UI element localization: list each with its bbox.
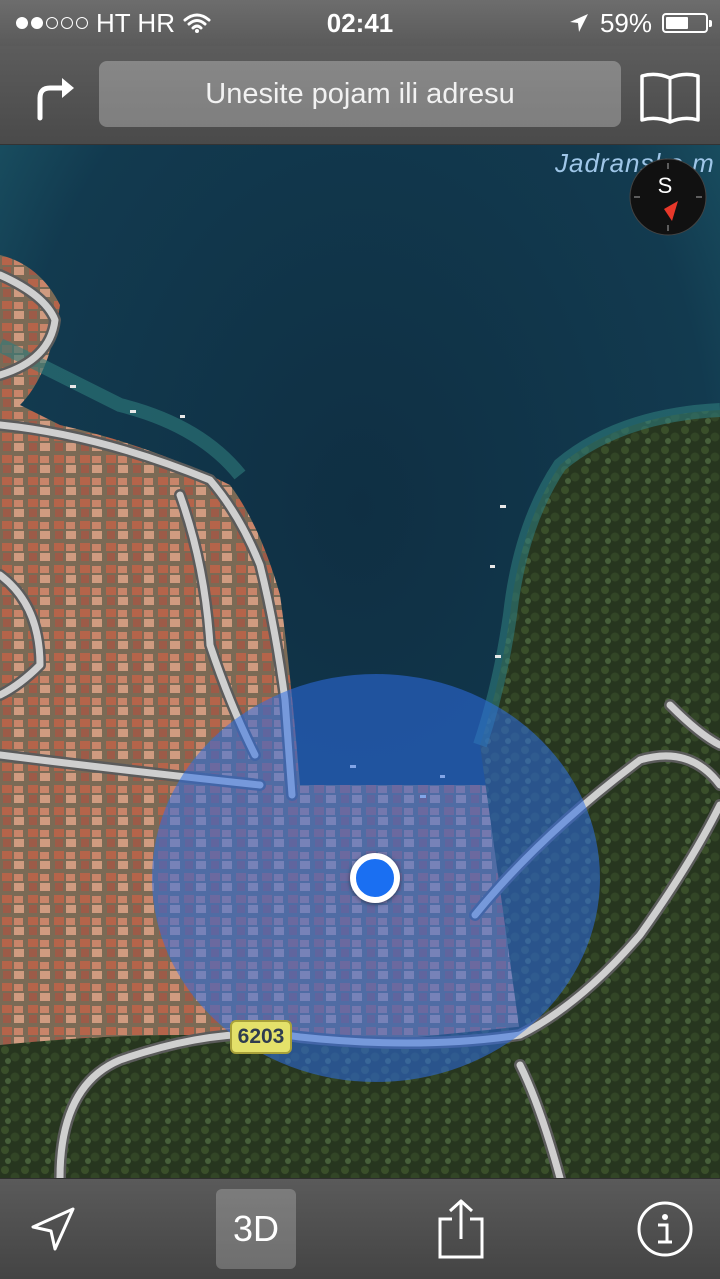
share-icon — [438, 1199, 484, 1259]
compass-button[interactable]: S — [628, 157, 708, 237]
road-number-shield: 6203 — [230, 1020, 292, 1054]
battery-icon — [662, 13, 712, 33]
share-button[interactable] — [424, 1189, 498, 1269]
info-icon — [637, 1201, 693, 1257]
info-button[interactable] — [630, 1189, 700, 1269]
nav-bar: Unesite pojam ili adresu — [0, 46, 720, 145]
book-icon — [640, 72, 700, 124]
bookmarks-button[interactable] — [638, 70, 702, 126]
battery-tip — [709, 20, 712, 27]
turn-arrow-icon — [37, 78, 74, 121]
track-location-button[interactable] — [18, 1189, 88, 1269]
directions-button[interactable] — [28, 68, 84, 124]
battery-fill — [666, 17, 689, 29]
current-location-dot[interactable] — [350, 853, 400, 903]
3d-toggle-button[interactable]: 3D — [216, 1189, 296, 1269]
compass-icon: S — [629, 158, 707, 236]
status-right: 59% — [568, 7, 712, 38]
location-services-icon — [569, 14, 588, 32]
battery-percent: 59% — [599, 7, 652, 38]
satellite-map[interactable]: Jadransko m S 6203 — [0, 145, 720, 1178]
bottom-toolbar: 3D — [0, 1178, 720, 1279]
status-bar: HT HR 02:41 59% — [0, 0, 720, 46]
search-input[interactable]: Unesite pojam ili adresu — [99, 61, 621, 127]
compass-letter: S — [658, 173, 673, 198]
location-arrow-icon — [31, 1207, 75, 1251]
